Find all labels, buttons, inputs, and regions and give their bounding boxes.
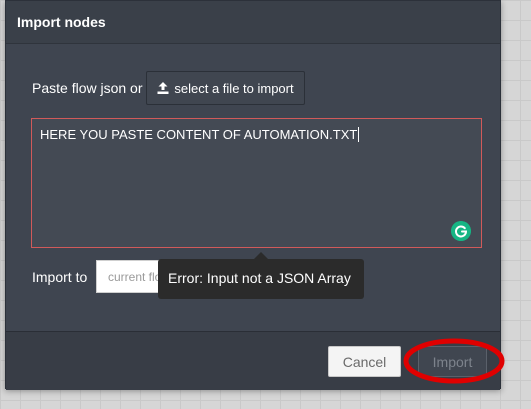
dialog-footer: Cancel Import	[6, 331, 500, 390]
import-to-label: Import to	[32, 269, 88, 285]
import-nodes-dialog: Import nodes Paste flow json or select a…	[5, 0, 501, 390]
grammarly-icon[interactable]	[451, 221, 471, 241]
upload-icon	[157, 82, 169, 94]
cancel-button[interactable]: Cancel	[328, 346, 401, 377]
select-file-button[interactable]: select a file to import	[146, 71, 305, 105]
dialog-titlebar: Import nodes	[6, 1, 500, 44]
paste-flow-label: Paste flow json or	[32, 80, 143, 96]
tooltip-arrow	[254, 252, 268, 259]
select-file-label: select a file to import	[174, 80, 294, 96]
flow-json-text: HERE YOU PASTE CONTENT OF AUTOMATION.TXT	[40, 127, 358, 142]
flow-json-textarea[interactable]: HERE YOU PASTE CONTENT OF AUTOMATION.TXT	[31, 118, 482, 248]
error-tooltip: Error: Input not a JSON Array	[158, 259, 364, 299]
dialog-title: Import nodes	[17, 14, 106, 30]
text-caret	[358, 127, 360, 142]
import-button[interactable]: Import	[418, 346, 487, 377]
